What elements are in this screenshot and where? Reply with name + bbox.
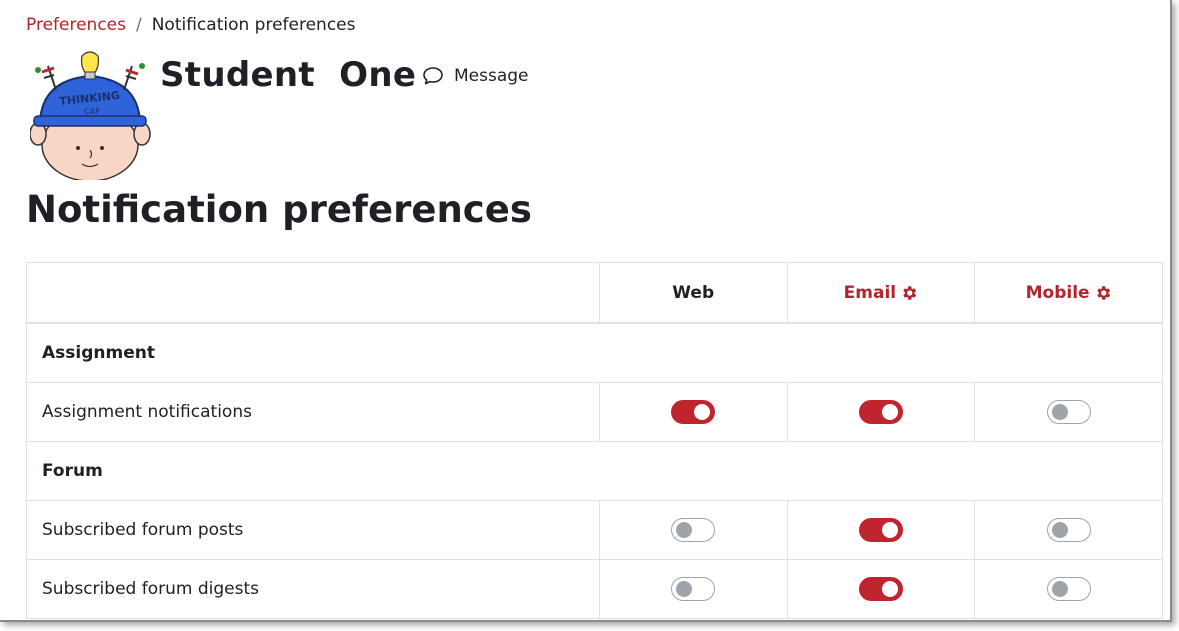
- email-processor-label: Email: [843, 282, 897, 303]
- toggle-knob: [676, 522, 693, 538]
- table-row: Subscribed forum digests: [26, 559, 1163, 619]
- page-title: Notification preferences: [26, 188, 532, 231]
- page-frame: Preferences / Notification preferences T…: [0, 0, 1172, 622]
- table-row: Assignment notifications: [26, 382, 1163, 442]
- header-mobile: Mobile: [974, 262, 1163, 324]
- email-toggle[interactable]: [858, 518, 903, 542]
- breadcrumb-separator: /: [135, 15, 142, 35]
- group-title: Assignment: [26, 322, 1163, 383]
- mobile-cell: [974, 382, 1163, 442]
- toggle-knob: [881, 404, 898, 420]
- mobile-cell: [974, 500, 1163, 560]
- web-cell: [598, 559, 788, 619]
- user-fullname: Student One: [160, 55, 417, 95]
- breadcrumb-preferences-link[interactable]: Preferences: [26, 14, 126, 36]
- avatar-cap-subtext: CAP: [84, 107, 100, 116]
- preference-label: Assignment notifications: [26, 382, 600, 442]
- toggle-knob: [881, 581, 898, 597]
- email-settings-link[interactable]: Email: [844, 283, 918, 303]
- toggle-knob: [1051, 522, 1068, 538]
- web-processor-label: Web: [672, 282, 715, 303]
- mobile-processor-label: Mobile: [1025, 282, 1090, 303]
- table-row: Subscribed forum posts: [26, 500, 1163, 560]
- table-header-row: Web Email Mobile: [26, 262, 1163, 324]
- message-button-label: Message: [454, 66, 529, 86]
- avatar[interactable]: THINKING CAP: [29, 50, 152, 182]
- mobile-cell: [974, 559, 1163, 619]
- gear-icon: [903, 285, 917, 300]
- breadcrumb: Preferences / Notification preferences: [26, 14, 356, 36]
- email-cell: [786, 382, 976, 442]
- preference-label: Subscribed forum posts: [26, 500, 600, 560]
- group-title: Forum: [26, 441, 1163, 501]
- mobile-toggle[interactable]: [1046, 518, 1091, 542]
- header-email: Email: [786, 262, 976, 324]
- mobile-toggle[interactable]: [1046, 577, 1091, 601]
- web-toggle[interactable]: [671, 518, 716, 542]
- toggle-knob: [1051, 581, 1068, 597]
- toggle-knob: [676, 581, 693, 597]
- group-row-forum: Forum: [26, 441, 1163, 501]
- web-toggle[interactable]: [671, 577, 716, 601]
- header-web: Web: [598, 262, 788, 324]
- message-button[interactable]: Message: [422, 66, 529, 86]
- toggle-knob: [881, 522, 898, 538]
- group-row-assignment: Assignment: [26, 322, 1163, 383]
- mobile-settings-link[interactable]: Mobile: [1026, 283, 1112, 303]
- web-cell: [598, 382, 788, 442]
- email-cell: [786, 500, 976, 560]
- web-cell: [598, 500, 788, 560]
- speech-bubble-icon: [423, 67, 443, 85]
- email-toggle[interactable]: [858, 400, 903, 424]
- toggle-knob: [1051, 404, 1068, 420]
- preference-label: Subscribed forum digests: [26, 559, 600, 619]
- toggle-knob: [694, 404, 711, 420]
- thinking-cap-avatar-icon: THINKING CAP: [29, 51, 151, 182]
- email-cell: [786, 559, 976, 619]
- header-empty-cell: [26, 262, 600, 324]
- notification-preferences-table: Web Email Mobile Assignment Assignment n…: [26, 262, 1163, 619]
- email-toggle[interactable]: [858, 577, 903, 601]
- web-toggle[interactable]: [671, 400, 716, 424]
- gear-icon: [1096, 285, 1110, 300]
- breadcrumb-current: Notification preferences: [151, 15, 356, 35]
- mobile-toggle[interactable]: [1046, 400, 1091, 424]
